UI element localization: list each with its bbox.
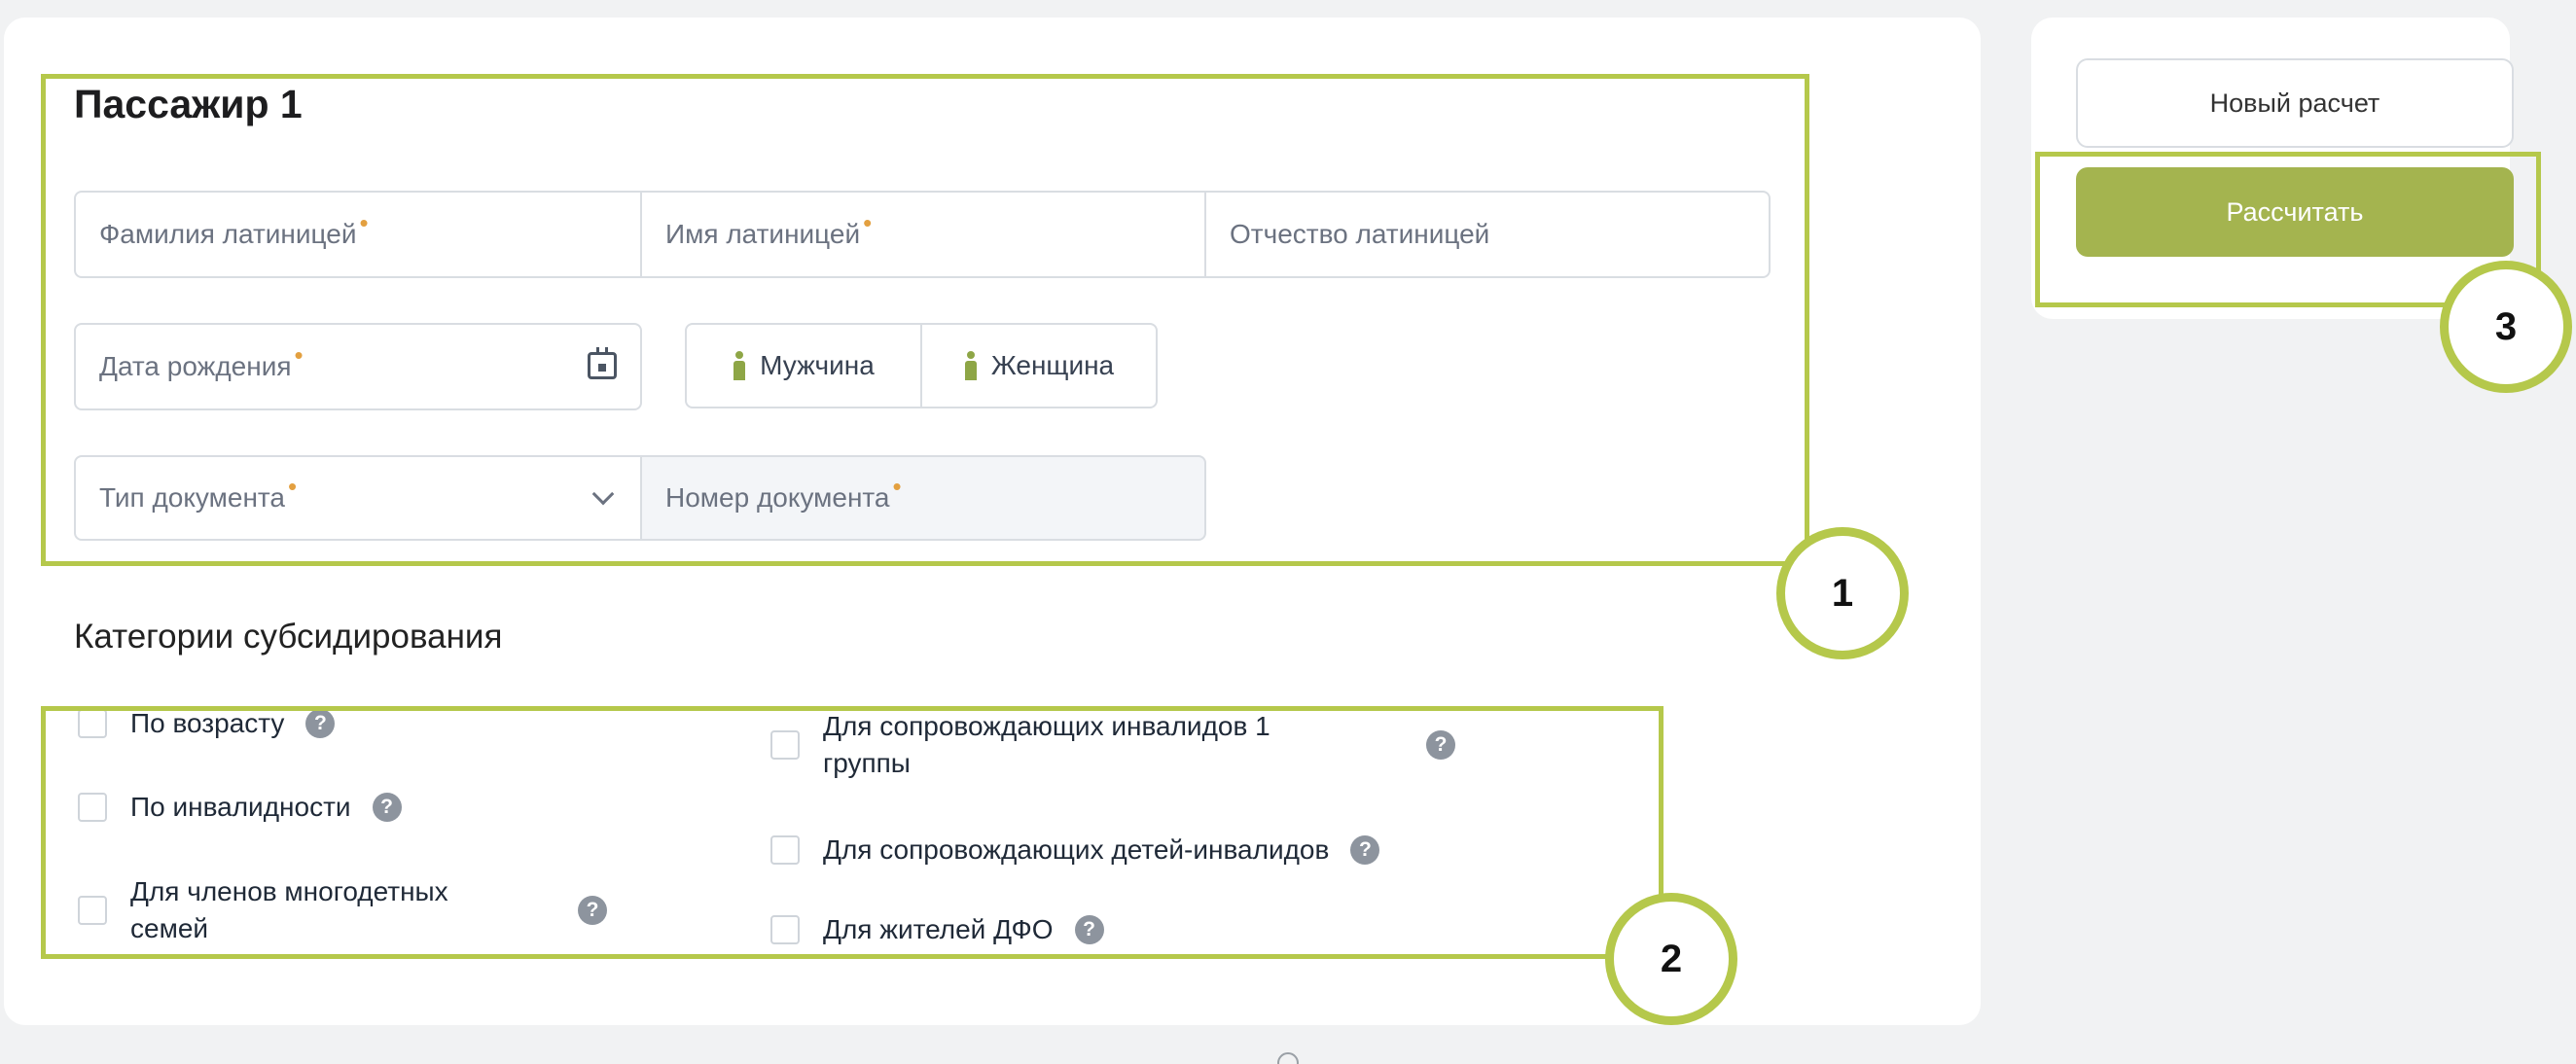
highlight-box-subsidies <box>41 706 1664 959</box>
annotation-badge-3: 3 <box>2440 261 2572 393</box>
annotation-badge-1: 1 <box>1776 527 1909 659</box>
page-indicator-dot <box>1277 1052 1299 1064</box>
highlight-box-passenger <box>41 74 1809 566</box>
annotation-badge-2: 2 <box>1605 893 1737 1025</box>
new-calculation-button[interactable]: Новый расчет <box>2076 58 2514 148</box>
subsidies-title: Категории субсидирования <box>74 618 503 656</box>
